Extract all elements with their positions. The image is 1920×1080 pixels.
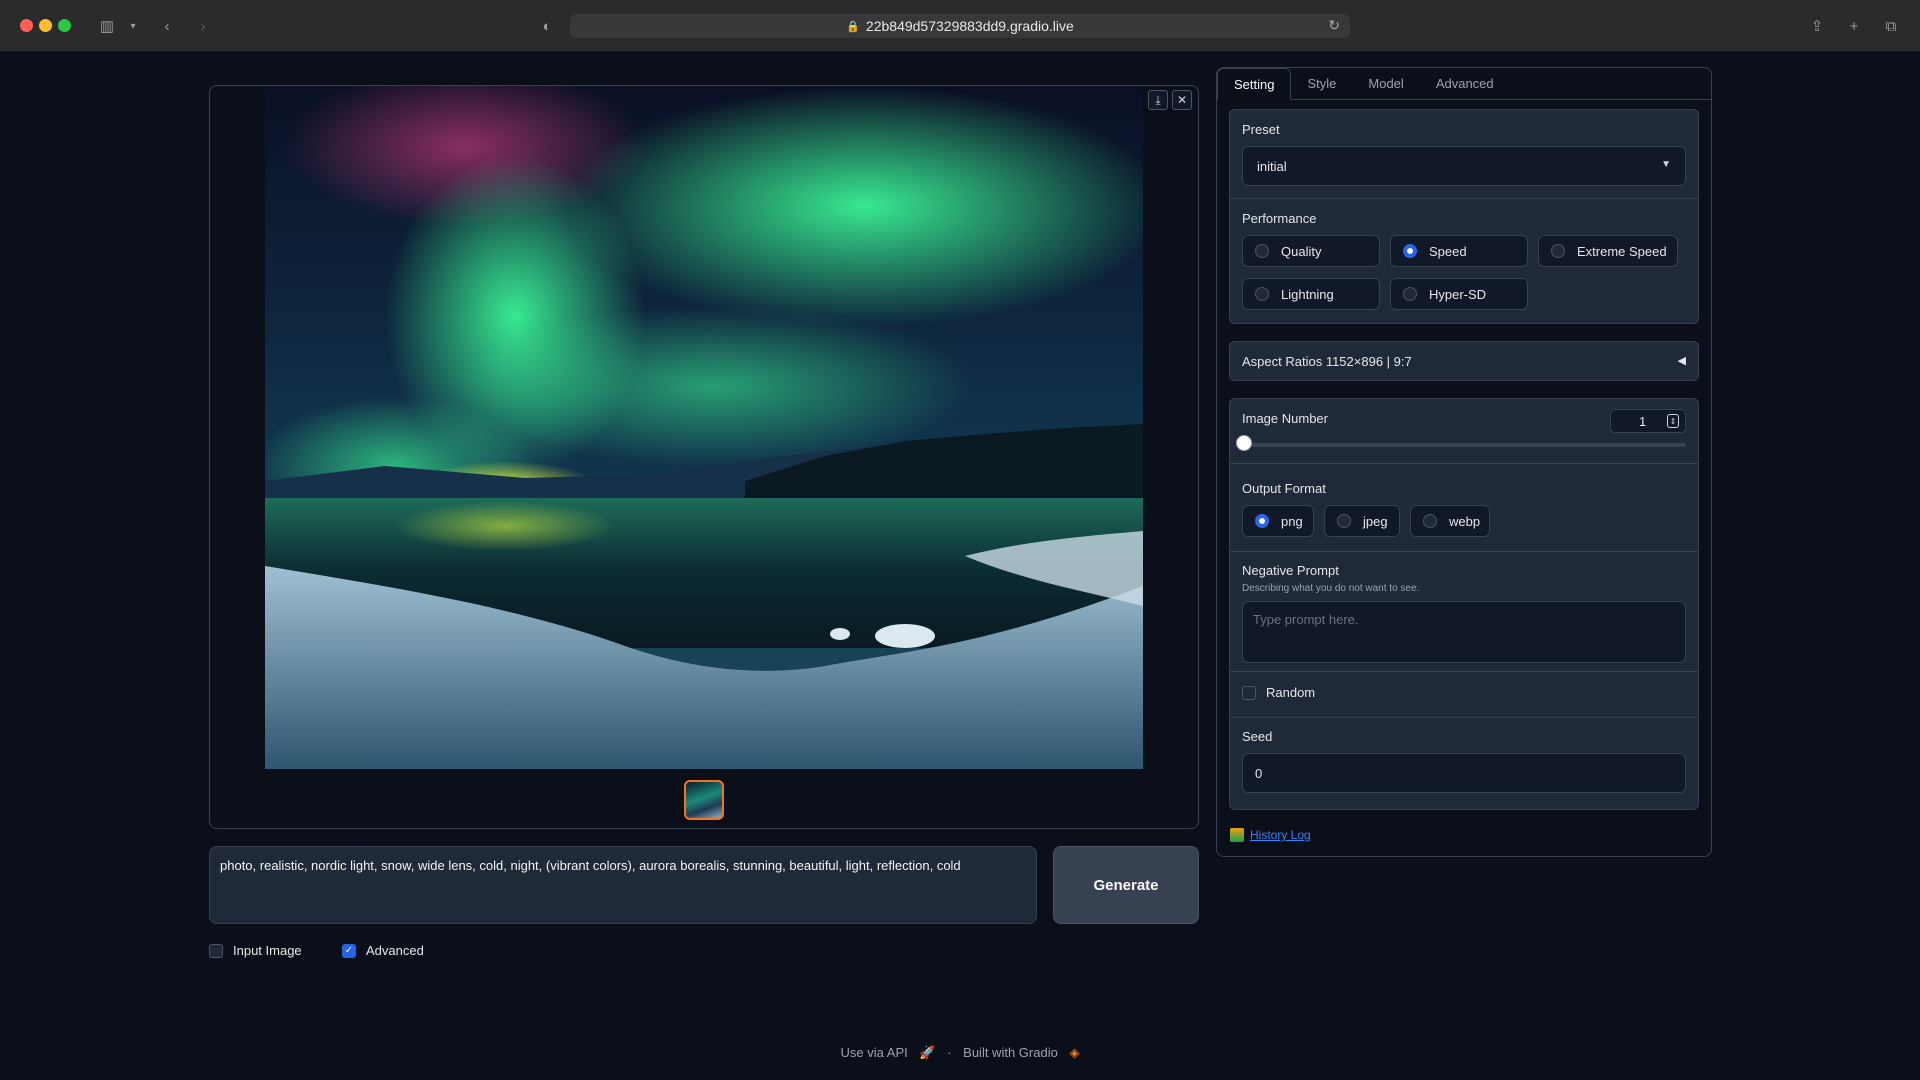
negative-prompt-input[interactable]: Type prompt here. bbox=[1242, 601, 1686, 663]
radio-label: jpeg bbox=[1363, 513, 1388, 529]
settings-tabs: Setting Style Model Advanced bbox=[1217, 68, 1711, 100]
tab-advanced[interactable]: Advanced bbox=[1420, 68, 1510, 99]
radio-dot[interactable] bbox=[1255, 244, 1269, 258]
advanced-label: Advanced bbox=[366, 943, 424, 958]
footer-separator: · bbox=[947, 1045, 952, 1060]
radio-label: webp bbox=[1449, 513, 1481, 529]
random-label: Random bbox=[1266, 685, 1316, 700]
aspect-ratios-label: Aspect Ratios 1152×896 | 9:7 bbox=[1242, 354, 1412, 369]
radio-dot[interactable] bbox=[1403, 287, 1417, 301]
preset-value: initial bbox=[1257, 159, 1287, 174]
slider-thumb[interactable] bbox=[1236, 435, 1252, 451]
footer: Use via API 🚀 · Built with Gradio ◈ bbox=[0, 1045, 1920, 1061]
preset-label: Preset bbox=[1242, 122, 1280, 137]
divider bbox=[1230, 717, 1698, 718]
seed-input[interactable]: 0 bbox=[1242, 753, 1686, 793]
image-number-value: 1 bbox=[1639, 413, 1647, 429]
tab-setting[interactable]: Setting bbox=[1217, 68, 1292, 100]
radio-extreme-speed[interactable]: Extreme Speed bbox=[1538, 235, 1678, 267]
radio-dot[interactable] bbox=[1337, 514, 1351, 528]
divider bbox=[1230, 463, 1698, 464]
radio-dot-selected[interactable] bbox=[1255, 514, 1269, 528]
check-icon[interactable]: ✓ bbox=[342, 943, 356, 958]
image-gallery: ⤓ ✕ bbox=[209, 85, 1199, 829]
chevron-down-icon[interactable]: ▾ bbox=[122, 15, 144, 37]
input-image-checkbox[interactable]: Input Image bbox=[209, 943, 302, 958]
radio-label: png bbox=[1281, 513, 1303, 529]
divider bbox=[1230, 671, 1698, 672]
aspect-ratios-accordion[interactable]: Aspect Ratios 1152×896 | 9:7 ◀ bbox=[1229, 341, 1699, 381]
address-bar[interactable]: 🔒 22b849d57329883dd9.gradio.live ↻ bbox=[570, 14, 1350, 38]
close-icon[interactable]: ✕ bbox=[1172, 90, 1192, 110]
forward-icon[interactable]: › bbox=[192, 15, 214, 37]
sidebar-toggle-icon[interactable]: ▥ bbox=[96, 15, 118, 37]
negative-prompt-description: Describing what you do not want to see. bbox=[1242, 583, 1420, 594]
preset-performance-block: Preset initial ▼ Performance Quality Spe… bbox=[1229, 109, 1699, 324]
radio-webp[interactable]: webp bbox=[1410, 505, 1490, 537]
back-icon[interactable]: ‹ bbox=[156, 15, 178, 37]
tab-model[interactable]: Model bbox=[1352, 68, 1419, 99]
rocket-icon: 🚀 bbox=[919, 1045, 936, 1060]
radio-label: Lightning bbox=[1281, 286, 1334, 302]
lock-icon: 🔒 bbox=[846, 20, 860, 33]
radio-dot-selected[interactable] bbox=[1403, 244, 1417, 258]
radio-speed[interactable]: Speed bbox=[1390, 235, 1528, 267]
radio-lightning[interactable]: Lightning bbox=[1242, 278, 1380, 310]
advanced-checkbox[interactable]: ✓ Advanced bbox=[342, 943, 424, 958]
history-log-label[interactable]: History Log bbox=[1250, 828, 1311, 842]
negative-prompt-label: Negative Prompt bbox=[1242, 563, 1339, 578]
gradio-logo-icon: ◈ bbox=[1069, 1045, 1080, 1060]
built-with-gradio-link[interactable]: Built with Gradio bbox=[963, 1045, 1058, 1060]
checkbox-box[interactable] bbox=[1242, 685, 1256, 700]
random-checkbox[interactable]: Random bbox=[1242, 685, 1315, 700]
settings-panel: Setting Style Model Advanced Preset init… bbox=[1216, 67, 1712, 857]
caret-down-icon: ▼ bbox=[1661, 159, 1671, 170]
radio-quality[interactable]: Quality bbox=[1242, 235, 1380, 267]
radio-jpeg[interactable]: jpeg bbox=[1324, 505, 1400, 537]
radio-hyper-sd[interactable]: Hyper-SD bbox=[1390, 278, 1528, 310]
checkbox-box[interactable] bbox=[209, 943, 223, 958]
minimize-window-button[interactable] bbox=[39, 19, 52, 32]
radio-dot[interactable] bbox=[1551, 244, 1565, 258]
generate-button[interactable]: Generate bbox=[1053, 846, 1199, 924]
caret-left-icon[interactable]: ◀ bbox=[1678, 354, 1686, 367]
prompt-input[interactable]: photo, realistic, nordic light, snow, wi… bbox=[209, 846, 1037, 924]
history-log-link[interactable]: History Log bbox=[1230, 828, 1311, 842]
input-image-label: Input Image bbox=[233, 943, 302, 958]
preset-dropdown[interactable]: initial ▼ bbox=[1242, 146, 1686, 186]
url-text: 22b849d57329883dd9.gradio.live bbox=[865, 18, 1074, 34]
tab-style[interactable]: Style bbox=[1291, 68, 1352, 99]
seed-label: Seed bbox=[1242, 729, 1273, 744]
new-tab-icon[interactable]: + bbox=[1843, 15, 1865, 37]
image-number-label: Image Number bbox=[1242, 411, 1328, 426]
image-number-input[interactable]: 1 ⇕ bbox=[1610, 409, 1686, 433]
options-block: Image Number 1 ⇕ Output Format png jpeg … bbox=[1229, 398, 1699, 810]
share-icon[interactable]: ⇪ bbox=[1806, 15, 1828, 37]
radio-dot[interactable] bbox=[1423, 514, 1437, 528]
radio-label: Quality bbox=[1281, 243, 1322, 259]
radio-label: Hyper-SD bbox=[1429, 286, 1487, 302]
generated-image[interactable] bbox=[265, 86, 1143, 769]
performance-label: Performance bbox=[1242, 211, 1317, 226]
privacy-shield-icon[interactable]: ◐ bbox=[536, 15, 558, 37]
zoom-window-button[interactable] bbox=[58, 19, 71, 32]
download-icon[interactable]: ⤓ bbox=[1148, 90, 1168, 110]
divider bbox=[1230, 551, 1698, 552]
browser-toolbar: ▥ ▾ ‹ › ◐ 🔒 22b849d57329883dd9.gradio.li… bbox=[0, 0, 1920, 52]
reload-icon[interactable]: ↻ bbox=[1328, 17, 1340, 34]
output-format-label: Output Format bbox=[1242, 481, 1326, 496]
radio-label: Speed bbox=[1429, 243, 1467, 259]
stepper-icon[interactable]: ⇕ bbox=[1667, 414, 1679, 428]
close-window-button[interactable] bbox=[20, 19, 33, 32]
gallery-thumbnail[interactable] bbox=[684, 780, 724, 820]
radio-png[interactable]: png bbox=[1242, 505, 1314, 537]
use-api-link[interactable]: Use via API bbox=[841, 1045, 908, 1060]
radio-dot[interactable] bbox=[1255, 287, 1269, 301]
radio-label: Extreme Speed bbox=[1577, 243, 1667, 259]
tab-overview-icon[interactable]: ⧉ bbox=[1880, 15, 1902, 37]
divider bbox=[1230, 198, 1698, 199]
history-icon bbox=[1230, 828, 1244, 842]
image-number-slider[interactable] bbox=[1242, 443, 1686, 447]
